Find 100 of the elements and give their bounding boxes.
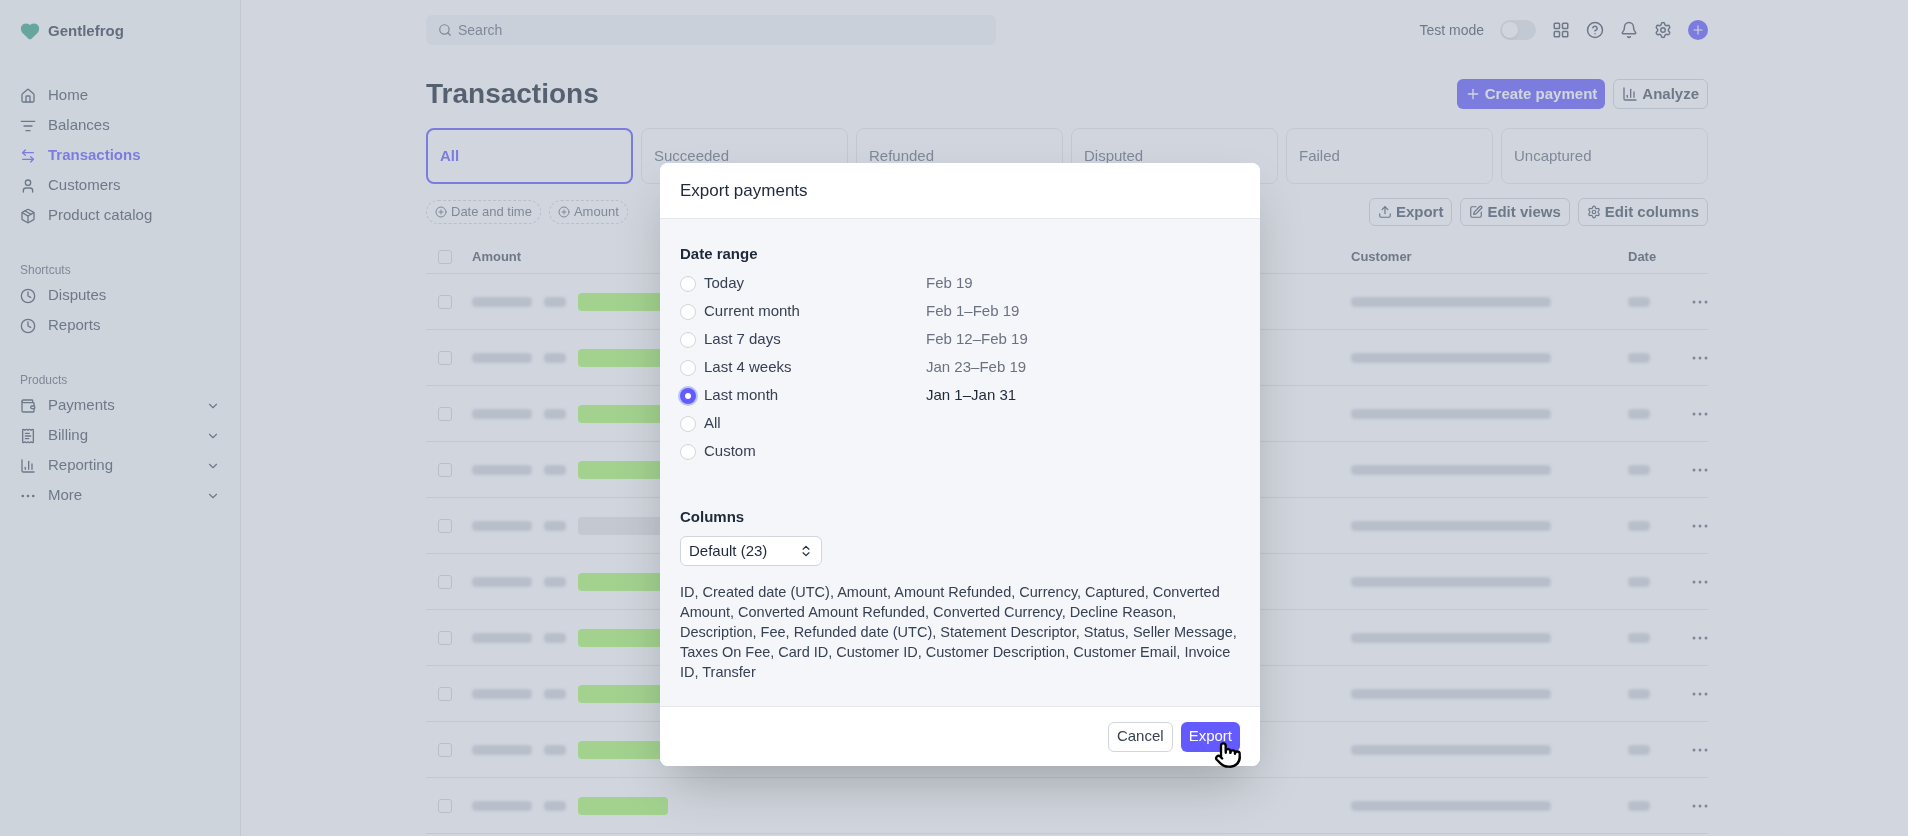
date-range-option[interactable]: All <box>680 412 926 435</box>
columns-label: Columns <box>680 506 745 527</box>
sidebar-item[interactable]: Customers <box>20 172 220 199</box>
checkbox[interactable] <box>438 518 452 533</box>
create-icon[interactable] <box>1688 20 1708 40</box>
blurred-value <box>472 464 532 475</box>
search-field[interactable]: Search <box>426 15 996 45</box>
brand-name: Gentlefrog <box>48 21 124 41</box>
radio-button[interactable] <box>680 415 696 432</box>
more-icon <box>1692 523 1708 528</box>
column-header: Customer <box>1351 247 1413 266</box>
blurred-value <box>544 464 566 475</box>
search-icon <box>438 23 452 37</box>
edit-icon <box>1469 205 1484 219</box>
blurred-value <box>1628 464 1650 475</box>
status-tab[interactable]: Failed <box>1286 128 1493 184</box>
create-payment-button[interactable]: Create payment <box>1456 79 1606 109</box>
cancel-button[interactable]: Cancel <box>1107 721 1173 752</box>
date-range-option[interactable]: Today <box>680 272 926 295</box>
sidebar-item[interactable]: Disputes <box>20 282 220 309</box>
checkbox[interactable] <box>438 798 452 813</box>
plus-circle-icon <box>435 206 447 218</box>
date-range-option[interactable]: Current month <box>680 300 926 323</box>
radio-button[interactable] <box>680 359 696 376</box>
blurred-value <box>472 632 532 643</box>
blurred-value <box>544 408 566 419</box>
date-range-value: Feb 1–Feb 19 <box>926 301 1020 322</box>
radio-button[interactable] <box>680 387 696 404</box>
table-action-button[interactable]: Edit columns <box>1577 198 1708 226</box>
more-icon <box>21 493 35 498</box>
help-icon[interactable] <box>1586 21 1604 39</box>
blurred-value <box>544 296 566 307</box>
sidebar-item[interactable]: Transactions <box>20 142 220 169</box>
columns-select[interactable]: Default (23) <box>680 536 822 566</box>
more-icon <box>1692 579 1708 584</box>
blurred-value <box>1628 576 1650 587</box>
sidebar-item[interactable]: Balances <box>20 112 220 139</box>
more-icon <box>1692 299 1708 304</box>
checkbox[interactable] <box>438 742 452 757</box>
plus-circle-icon <box>557 206 570 218</box>
radio-button[interactable] <box>680 443 696 460</box>
date-range-option[interactable]: Last month <box>680 384 926 407</box>
test-mode-toggle[interactable] <box>1500 20 1536 40</box>
table-action-button[interactable]: Edit views <box>1460 198 1570 226</box>
more-icon <box>1692 747 1708 752</box>
sidebar-item[interactable]: Product catalog <box>20 202 220 229</box>
blurred-value <box>472 520 532 531</box>
sidebar-item[interactable]: Home <box>20 82 220 109</box>
status-tab[interactable]: Uncaptured <box>1501 128 1708 184</box>
blurred-value <box>472 576 532 587</box>
blurred-value <box>1628 520 1650 531</box>
blurred-value <box>544 520 566 531</box>
blurred-value <box>472 800 532 811</box>
status-tab[interactable]: All <box>426 128 633 184</box>
nav-icon <box>20 147 36 164</box>
nav-icon <box>20 427 36 444</box>
more-icon <box>1692 803 1708 808</box>
checkbox[interactable] <box>438 574 452 589</box>
export-button[interactable]: Export <box>1180 721 1240 752</box>
date-range-option[interactable]: Last 7 days <box>680 328 926 351</box>
logo-icon <box>20 21 40 42</box>
upload-icon <box>1377 205 1392 219</box>
section-title: Shortcuts <box>20 261 71 279</box>
checkbox[interactable] <box>438 249 452 264</box>
date-range-value: Feb 19 <box>926 273 973 294</box>
more-icon <box>1692 691 1708 696</box>
column-header: Amount <box>472 247 522 266</box>
nav-icon <box>20 207 36 224</box>
sidebar-item[interactable]: Reports <box>20 312 220 339</box>
apps-icon[interactable] <box>1552 21 1570 39</box>
sidebar-item[interactable]: Reporting <box>20 452 220 479</box>
blurred-value <box>544 632 566 643</box>
checkbox[interactable] <box>438 350 452 365</box>
blurred-value <box>1628 800 1650 811</box>
blurred-value <box>1628 688 1650 699</box>
checkbox[interactable] <box>438 294 452 309</box>
nav-icon <box>20 397 36 414</box>
radio-button[interactable] <box>680 275 696 292</box>
date-range-option[interactable]: Custom <box>680 440 926 463</box>
sidebar-item[interactable]: Payments <box>20 392 220 419</box>
date-range-option[interactable]: Last 4 weeks <box>680 356 926 379</box>
blurred-value <box>544 352 566 363</box>
checkbox[interactable] <box>438 406 452 421</box>
checkbox[interactable] <box>438 686 452 701</box>
radio-button[interactable] <box>680 303 696 320</box>
blurred-value <box>1628 352 1650 363</box>
radio-button[interactable] <box>680 331 696 348</box>
checkbox[interactable] <box>438 630 452 645</box>
notification-icon[interactable] <box>1620 21 1638 39</box>
blurred-value <box>472 352 532 363</box>
analyze-button[interactable]: Analyze <box>1613 79 1708 109</box>
blurred-value <box>544 744 566 755</box>
table-action-button[interactable]: Export <box>1368 198 1453 226</box>
sidebar-item[interactable]: Billing <box>20 422 220 449</box>
sidebar-item[interactable]: More <box>20 482 220 509</box>
test-mode-label: Test mode <box>1419 20 1484 40</box>
blurred-value <box>544 688 566 699</box>
blurred-value <box>1628 296 1650 307</box>
settings-icon[interactable] <box>1654 21 1672 39</box>
checkbox[interactable] <box>438 462 452 477</box>
